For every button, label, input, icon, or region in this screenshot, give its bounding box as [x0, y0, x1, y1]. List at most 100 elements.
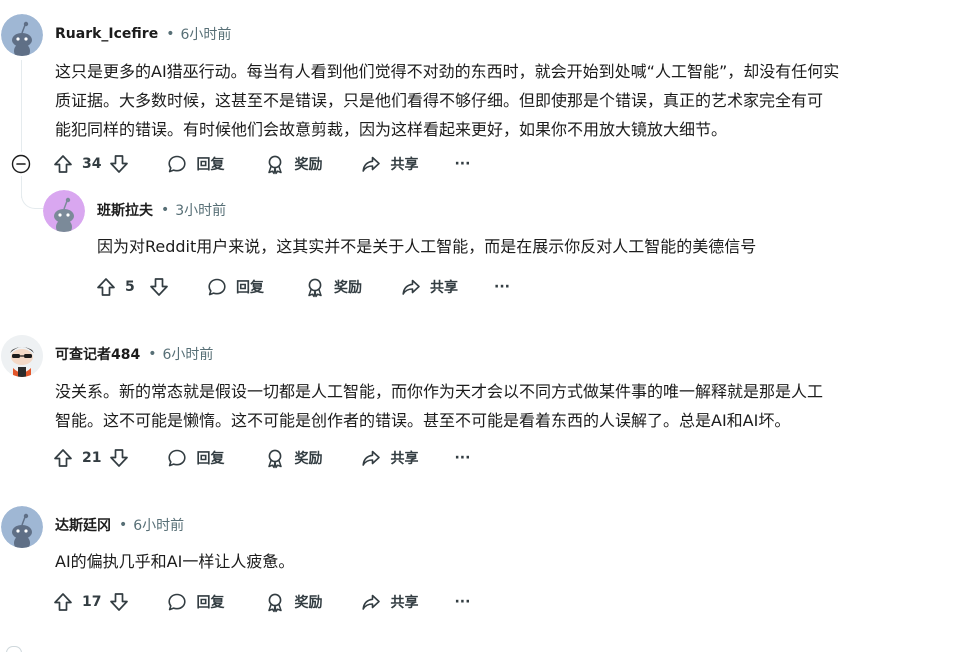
comment-actions: 34 回复 奖励 共享 ··· [52, 148, 470, 180]
award-label: 奖励 [294, 451, 323, 467]
comment-body: 因为对Reddit用户来说，这其实并不是关于人工智能，而是在展示你反对人工智能的… [97, 232, 756, 261]
share-label: 共享 [430, 280, 458, 296]
avatar[interactable] [43, 190, 85, 232]
comment-body-line: 质证据。大多数时候，这甚至不是错误，只是他们看得不够仔细。但即使那是个错误，真正… [55, 91, 824, 110]
snoo-avatar-icon [43, 190, 85, 232]
award-icon [268, 155, 283, 175]
downvote-button[interactable] [108, 153, 130, 175]
reply-button[interactable]: 回复 [206, 276, 264, 298]
thread-line-main [21, 60, 22, 152]
ellipsis-icon: ··· [454, 156, 471, 172]
downvote-icon [150, 278, 168, 296]
comment-meta: 班斯拉夫 • 3小时前 [97, 200, 226, 220]
reply-label: 回复 [196, 595, 225, 611]
author-name[interactable]: 班斯拉夫 [97, 200, 153, 220]
award-icon [268, 449, 283, 469]
award-button[interactable]: 奖励 [264, 447, 322, 469]
share-button[interactable]: 共享 [400, 276, 458, 298]
award-label: 奖励 [334, 280, 362, 296]
downvote-icon [110, 593, 129, 611]
upvote-icon [54, 449, 72, 467]
comment-actions: 17 回复 奖励 共享 ··· [52, 586, 470, 618]
more-options-button[interactable]: ··· [454, 450, 470, 466]
reply-button[interactable]: 回复 [166, 591, 224, 613]
vote-count: 5 [125, 279, 135, 295]
share-button[interactable]: 共享 [360, 591, 418, 613]
downvote-icon [110, 155, 129, 173]
snoo-avatar-icon [1, 14, 43, 56]
comment-actions: 21 回复 奖励 共享 ··· [52, 442, 470, 474]
share-label: 共享 [390, 157, 419, 173]
snoo-avatar-icon [1, 506, 43, 548]
vote-group: 34 [52, 153, 130, 175]
award-button[interactable]: 奖励 [264, 591, 322, 613]
reply-label: 回复 [196, 451, 225, 467]
author-name[interactable]: 可查记者484 [55, 344, 140, 364]
comment-meta: 达斯廷冈 • 6小时前 [55, 515, 184, 535]
vote-group: 17 [52, 591, 130, 613]
comment-bubble-icon [168, 593, 187, 611]
avatar[interactable] [1, 335, 43, 377]
upvote-button[interactable] [52, 447, 74, 469]
timestamp[interactable]: 6小时前 [180, 24, 231, 44]
upvote-icon [54, 155, 72, 173]
share-arrow-icon [362, 156, 381, 172]
comment-bubble-icon [208, 278, 226, 296]
more-options-button[interactable]: ··· [494, 279, 510, 295]
comment-meta: Ruark_Icefire • 6小时前 [55, 24, 231, 44]
timestamp[interactable]: 3小时前 [175, 200, 226, 220]
downvote-button[interactable] [108, 591, 130, 613]
vote-group: 21 [52, 447, 130, 469]
vote-group: 5 [95, 276, 170, 298]
upvote-icon [97, 278, 115, 296]
avatar[interactable] [1, 506, 43, 548]
avatar[interactable] [1, 14, 43, 56]
award-label: 奖励 [294, 157, 323, 173]
downvote-button[interactable] [148, 276, 170, 298]
share-label: 共享 [390, 595, 419, 611]
downvote-button[interactable] [108, 447, 130, 469]
ellipsis-icon: ··· [494, 279, 510, 295]
share-arrow-icon [362, 450, 381, 466]
more-options-button[interactable]: ··· [454, 594, 470, 610]
reply-button[interactable]: 回复 [166, 447, 224, 469]
collapse-minus-icon [11, 154, 31, 174]
share-button[interactable]: 共享 [360, 153, 418, 175]
downvote-icon [110, 449, 129, 467]
comment-body-line: 智能。这不可能是懒惰。这不可能是创作者的错误。甚至不可能是看着东西的人误解了。总… [55, 411, 791, 430]
meta-separator: • [166, 26, 175, 42]
share-button[interactable]: 共享 [360, 447, 418, 469]
reply-label: 回复 [236, 280, 264, 296]
ellipsis-icon: ··· [454, 594, 471, 610]
meta-separator: • [119, 517, 128, 533]
upvote-button[interactable] [52, 591, 74, 613]
author-name[interactable]: Ruark_Icefire [55, 26, 158, 42]
next-comment-avatar-partial [6, 646, 22, 652]
comment-body: 这只是更多的AI猎巫行动。每当有人看到他们觉得不对劲的东西时，就会开始到处喊“人… [55, 57, 839, 144]
comment-body-line: 能犯同样的错误。有时候他们会故意剪裁，因为这样看起来更好，如果你不用放大镜放大细… [55, 120, 728, 139]
comment-body-line: 没关系。新的常态就是假设一切都是人工智能，而你作为天才会以不同方式做某件事的唯一… [55, 382, 824, 401]
comment-body-line: AI的偏执几乎和AI一样让人疲惫。 [55, 552, 295, 571]
share-label: 共享 [390, 451, 419, 467]
share-arrow-icon [402, 279, 420, 295]
author-name[interactable]: 达斯廷冈 [55, 515, 111, 535]
upvote-button[interactable] [52, 153, 74, 175]
more-options-button[interactable]: ··· [454, 156, 470, 172]
timestamp[interactable]: 6小时前 [133, 515, 184, 535]
timestamp[interactable]: 6小时前 [163, 344, 214, 364]
thread-line-reply-curve [21, 186, 44, 209]
award-button[interactable]: 奖励 [264, 153, 322, 175]
vote-count: 34 [82, 156, 102, 172]
share-arrow-icon [362, 594, 381, 610]
award-button[interactable]: 奖励 [304, 276, 362, 298]
upvote-button[interactable] [95, 276, 117, 298]
reply-label: 回复 [196, 157, 225, 173]
comment-meta: 可查记者484 • 6小时前 [55, 344, 213, 364]
snoo-avatar-icon [1, 335, 43, 377]
ellipsis-icon: ··· [454, 450, 471, 466]
reply-button[interactable]: 回复 [166, 153, 224, 175]
comment-body-line: 这只是更多的AI猎巫行动。每当有人看到他们觉得不对劲的东西时，就会开始到处喊“人… [55, 62, 840, 81]
vote-count: 21 [82, 450, 102, 466]
collapse-thread-button[interactable] [11, 154, 31, 174]
comment-bubble-icon [168, 449, 187, 467]
